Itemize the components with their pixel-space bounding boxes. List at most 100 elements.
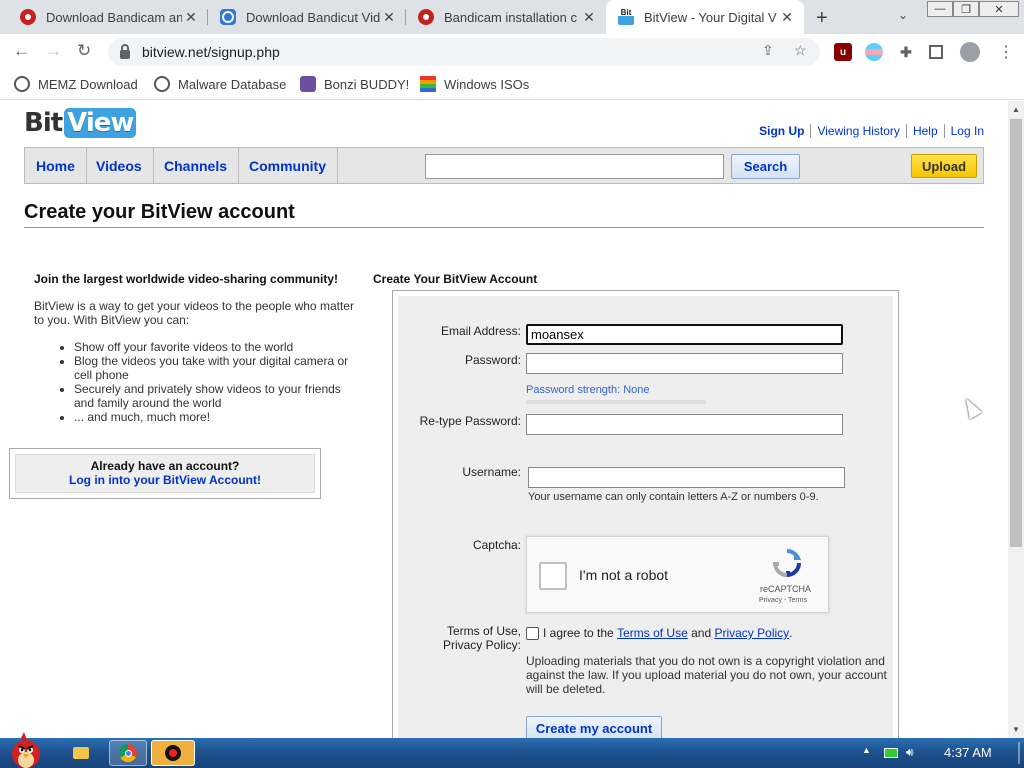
minimize-icon[interactable]: — — [927, 1, 953, 17]
scroll-thumb[interactable] — [1010, 119, 1022, 547]
reload-icon[interactable]: ↻ — [77, 41, 91, 61]
bonzi-icon — [300, 76, 316, 92]
kebab-menu-icon[interactable]: ⋮ — [998, 42, 1014, 62]
tab-bar: Download Bandicam an ✕ Download Bandicut… — [0, 0, 1024, 34]
extensions-puzzle-icon[interactable]: ✚ — [897, 43, 915, 61]
nav-channels[interactable]: Channels — [153, 148, 240, 183]
bandicam-taskbar-icon[interactable] — [151, 740, 195, 766]
feature-list: Show off your favorite videos to the wor… — [74, 340, 354, 424]
address-bar[interactable]: bitview.net/signup.php — [108, 38, 820, 66]
bookmark-star-icon[interactable]: ☆ — [794, 42, 807, 59]
search-button[interactable]: Search — [731, 154, 800, 179]
site-nav: Home Videos Channels Community Search Up… — [24, 147, 984, 184]
chrome-taskbar-icon[interactable] — [109, 740, 147, 766]
bookmark-malware-db[interactable]: Malware Database — [154, 76, 286, 92]
tab-bandicut-download[interactable]: Download Bandicut Vid ✕ — [208, 0, 406, 34]
password-strength: Password strength: None — [526, 384, 650, 396]
bandicam-icon — [418, 9, 434, 25]
tab-title: Download Bandicam an — [46, 9, 182, 25]
bookmark-memz[interactable]: MEMZ Download — [14, 76, 138, 92]
page-scrollbar[interactable]: ▲ ▼ — [1008, 101, 1024, 738]
clock[interactable]: 4:37 AM — [944, 745, 992, 760]
bandicut-icon — [220, 9, 236, 25]
side-panel-icon[interactable] — [929, 45, 943, 59]
lock-icon — [120, 43, 130, 59]
search-input[interactable] — [425, 154, 724, 179]
page-content: Bit View Sign Up Viewing History Help Lo… — [0, 101, 1008, 738]
captcha-label: Captcha: — [472, 538, 521, 552]
forward-arrow-icon[interactable]: → — [45, 41, 62, 61]
sign-up-link[interactable]: Sign Up — [753, 124, 810, 138]
tab-bandicam-installation[interactable]: Bandicam installation c ✕ — [406, 0, 606, 34]
bookmark-windows-isos[interactable]: Windows ISOs — [420, 76, 529, 92]
signup-form: Email Address: moansex Password: Passwor… — [392, 290, 899, 738]
windows-flag-icon — [420, 76, 436, 92]
scroll-up-icon[interactable]: ▲ — [1012, 105, 1020, 114]
volume-icon[interactable]: 🔊︎ — [906, 745, 914, 760]
already-have-account-box: Already have an account? Log in into you… — [9, 448, 321, 499]
close-icon[interactable]: ✕ — [580, 9, 598, 26]
close-window-icon[interactable]: ✕ — [979, 1, 1019, 17]
logo-text-view: View — [64, 108, 137, 138]
help-link[interactable]: Help — [905, 124, 944, 138]
show-desktop-button[interactable] — [1018, 742, 1020, 764]
browser-toolbar: ← → ↻ bitview.net/signup.php ⇪ ☆ u ✚ ⋮ — [0, 34, 1024, 70]
maximize-icon[interactable]: ❐ — [953, 1, 979, 17]
privacy-policy-link[interactable]: Privacy Policy — [714, 626, 789, 640]
profile-avatar-icon[interactable] — [960, 42, 980, 62]
nav-community[interactable]: Community — [238, 148, 338, 183]
captcha-checkbox[interactable] — [539, 562, 567, 590]
password-strength-bar — [526, 400, 706, 404]
email-field[interactable]: moansex — [526, 324, 843, 345]
ublock-origin-icon[interactable]: u — [834, 43, 852, 61]
retype-password-field[interactable] — [526, 414, 843, 435]
create-account-button[interactable]: Create my account — [526, 716, 662, 738]
agree-checkbox[interactable] — [526, 626, 539, 640]
new-tab-plus-icon[interactable]: + — [816, 7, 828, 30]
close-icon[interactable]: ✕ — [778, 9, 796, 26]
viewing-history-link[interactable]: Viewing History — [810, 124, 905, 138]
already-question: Already have an account? — [90, 459, 240, 473]
file-explorer-icon[interactable] — [64, 740, 98, 766]
page-title: Create your BitView account — [24, 201, 295, 223]
flag-extension-icon[interactable] — [865, 43, 883, 61]
log-in-link[interactable]: Log In — [943, 124, 984, 138]
top-links: Sign Up Viewing History Help Log In — [753, 124, 984, 138]
divider — [24, 227, 984, 228]
tray-expand-icon[interactable]: ▲ — [862, 745, 871, 755]
close-icon[interactable]: ✕ — [182, 9, 200, 26]
nav-videos[interactable]: Videos — [85, 148, 154, 183]
tab-search-chevron-icon[interactable]: ⌄ — [898, 8, 908, 22]
back-arrow-icon[interactable]: ← — [13, 41, 30, 61]
upload-button[interactable]: Upload — [911, 154, 977, 178]
recaptcha-links[interactable]: Privacy - Terms — [759, 597, 807, 604]
password-field[interactable] — [526, 353, 843, 374]
username-field[interactable] — [528, 467, 845, 488]
share-icon[interactable]: ⇪ — [762, 42, 774, 59]
email-label: Email Address: — [440, 324, 521, 338]
bandicam-icon — [20, 9, 36, 25]
password-label: Password: — [464, 353, 521, 367]
recaptcha-widget: I'm not a robot reCAPTCHA Privacy - Term… — [526, 536, 829, 613]
bookmark-label: Windows ISOs — [444, 76, 530, 92]
captcha-text: I'm not a robot — [579, 567, 669, 583]
terms-label: Terms of Use, Privacy Policy: — [443, 624, 521, 652]
tab-title: Bandicam installation c — [444, 9, 577, 25]
bookmark-bonzi[interactable]: Bonzi BUDDY! — [300, 76, 409, 92]
angry-bird-start-icon[interactable] — [4, 730, 46, 768]
network-icon[interactable] — [884, 748, 898, 758]
list-item: ... and much, much more! — [74, 410, 354, 424]
nav-home[interactable]: Home — [25, 148, 87, 183]
form-title: Create Your BitView Account — [373, 272, 538, 286]
terms-label-line2: Privacy Policy: — [442, 638, 521, 652]
tab-bitview[interactable]: Bit BitView - Your Digital V ✕ — [606, 0, 804, 34]
tab-bandicam-download[interactable]: Download Bandicam an ✕ — [8, 0, 208, 34]
login-account-link[interactable]: Log in into your BitView Account! — [16, 473, 314, 487]
terms-of-use-link[interactable]: Terms of Use — [617, 626, 688, 640]
mouse-cursor-icon — [959, 394, 983, 420]
close-icon[interactable]: ✕ — [380, 9, 398, 26]
list-item: Show off your favorite videos to the wor… — [74, 340, 354, 354]
bitview-logo[interactable]: Bit View — [24, 108, 137, 138]
username-hint: Your username can only contain letters A… — [528, 491, 819, 503]
scroll-down-icon[interactable]: ▼ — [1012, 725, 1020, 734]
